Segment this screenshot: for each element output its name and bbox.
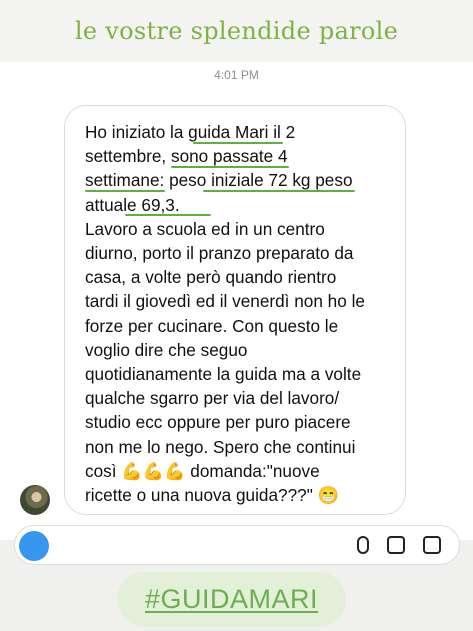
highlight-underline [203, 190, 355, 192]
sticker-icon[interactable] [423, 536, 441, 554]
banner-title: le vostre splendide parole [74, 17, 399, 45]
highlight-underline [193, 142, 283, 144]
sender-avatar[interactable] [20, 485, 50, 515]
message-bubble[interactable]: Ho iniziato la guida Mari il 2 settembre… [64, 105, 406, 515]
highlight-underline [171, 166, 289, 168]
message-timestamp: 4:01 PM [214, 68, 259, 82]
camera-icon[interactable] [19, 531, 49, 561]
highlight-underline [85, 190, 165, 192]
chat-thread: 4:01 PM Ho iniziato la guida Mari il 2 s… [0, 62, 473, 540]
header-banner: le vostre splendide parole [0, 0, 473, 62]
mic-icon[interactable] [357, 536, 369, 554]
highlight-underline [125, 214, 211, 216]
hashtag-pill[interactable]: #GUIDAMARI [117, 572, 346, 627]
composer-actions [357, 536, 441, 554]
hashtag-link[interactable]: #GUIDAMARI [145, 584, 318, 615]
message-composer[interactable] [14, 525, 460, 565]
gallery-icon[interactable] [387, 536, 405, 554]
message-text: Ho iniziato la guida Mari il 2 settembre… [85, 122, 365, 506]
